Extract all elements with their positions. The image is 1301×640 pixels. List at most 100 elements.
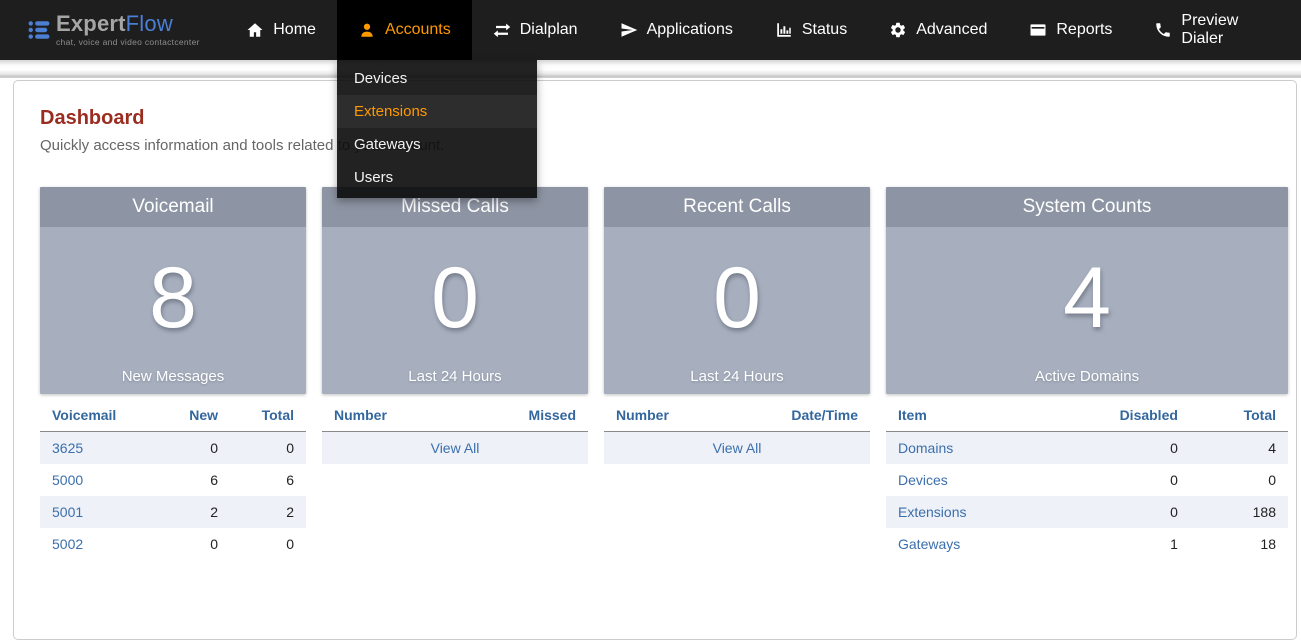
cell-new: 2 xyxy=(159,496,230,528)
col-header: Missed xyxy=(460,399,588,432)
content-panel: Dashboard Quickly access information and… xyxy=(13,80,1297,640)
system-counts-table: Item Disabled Total Domains 0 4 Devices … xyxy=(886,399,1288,560)
menu-item-extensions[interactable]: Extensions xyxy=(337,95,537,128)
brand-logo[interactable]: ExpertFlow chat, voice and video contact… xyxy=(0,0,207,60)
cell-total: 0 xyxy=(230,528,306,560)
voicemail-link[interactable]: 5000 xyxy=(52,472,83,488)
menu-item-devices[interactable]: Devices xyxy=(337,62,537,95)
cell-disabled: 1 xyxy=(1047,528,1190,560)
item-link[interactable]: Devices xyxy=(898,472,948,488)
cell-total: 0 xyxy=(230,432,306,465)
missed-calls-column: Missed Calls 0 Last 24 Hours Number Miss… xyxy=(322,187,588,560)
paper-plane-icon xyxy=(620,21,638,39)
missed-calls-table: Number Missed View All xyxy=(322,399,588,464)
cell-total: 4 xyxy=(1190,432,1288,465)
nav-item-status[interactable]: Status xyxy=(754,0,868,60)
cell-total: 2 xyxy=(230,496,306,528)
recent-calls-column: Recent Calls 0 Last 24 Hours Number Date… xyxy=(604,187,870,560)
cell-disabled: 0 xyxy=(1047,432,1190,465)
page-subtitle: Quickly access information and tools rel… xyxy=(40,137,1288,154)
menu-item-users[interactable]: Users xyxy=(337,161,537,194)
cell-total: 6 xyxy=(230,464,306,496)
table-row: Extensions 0 188 xyxy=(886,496,1288,528)
col-header: Date/Time xyxy=(779,399,870,432)
accounts-dropdown-menu: Devices Extensions Gateways Users xyxy=(337,60,537,198)
nav-label: Accounts xyxy=(385,21,451,39)
nav-item-home[interactable]: Home xyxy=(225,0,337,60)
gear-icon xyxy=(889,21,907,39)
cell-disabled: 0 xyxy=(1047,496,1190,528)
voicemail-card[interactable]: Voicemail 8 New Messages xyxy=(40,187,306,394)
voicemail-link[interactable]: 3625 xyxy=(52,440,83,456)
col-header: Total xyxy=(1190,399,1288,432)
voicemail-link[interactable]: 5001 xyxy=(52,504,83,520)
missed-calls-count: 0 xyxy=(431,227,479,368)
cell-new: 0 xyxy=(159,528,230,560)
card-title: Recent Calls xyxy=(604,187,870,227)
nav-item-applications[interactable]: Applications xyxy=(599,0,754,60)
nav-label: Status xyxy=(802,21,847,39)
cell-total: 188 xyxy=(1190,496,1288,528)
expertflow-logo-icon xyxy=(28,19,50,41)
page-title: Dashboard xyxy=(40,107,1288,130)
card-caption: Last 24 Hours xyxy=(408,368,501,385)
swap-arrows-icon xyxy=(493,21,511,39)
nav-item-dialplan[interactable]: Dialplan xyxy=(472,0,599,60)
nav-label: Applications xyxy=(647,21,733,39)
voicemail-column: Voicemail 8 New Messages Voicemail New T… xyxy=(40,187,306,560)
col-header: Item xyxy=(886,399,1047,432)
table-row: 5001 2 2 xyxy=(40,496,306,528)
menu-item-gateways[interactable]: Gateways xyxy=(337,128,537,161)
nav-label: Reports xyxy=(1056,21,1112,39)
voicemail-link[interactable]: 5002 xyxy=(52,536,83,552)
home-icon xyxy=(246,21,264,39)
nav-item-preview-dialer[interactable]: Preview Dialer xyxy=(1133,0,1301,60)
card-title: Voicemail xyxy=(40,187,306,227)
nav-item-accounts[interactable]: Accounts Devices Extensions Gateways Use… xyxy=(337,0,472,60)
brand-tagline: chat, voice and video contactcenter xyxy=(56,38,200,47)
view-all-link[interactable]: View All xyxy=(713,440,762,456)
nav-item-reports[interactable]: Reports xyxy=(1008,0,1133,60)
table-row: View All xyxy=(322,432,588,465)
card-caption: New Messages xyxy=(122,368,225,385)
card-caption: Active Domains xyxy=(1035,368,1139,385)
dashboard-cards-grid: Voicemail 8 New Messages Voicemail New T… xyxy=(40,187,1288,560)
card-title: System Counts xyxy=(886,187,1288,227)
table-row: 5002 0 0 xyxy=(40,528,306,560)
item-link[interactable]: Extensions xyxy=(898,504,966,520)
item-link[interactable]: Gateways xyxy=(898,536,960,552)
recent-calls-card[interactable]: Recent Calls 0 Last 24 Hours xyxy=(604,187,870,394)
voicemail-count: 8 xyxy=(149,227,197,368)
col-header: New xyxy=(159,399,230,432)
cell-disabled: 0 xyxy=(1047,464,1190,496)
user-icon xyxy=(358,21,376,39)
top-navbar: ExpertFlow chat, voice and video contact… xyxy=(0,0,1301,60)
table-row: Devices 0 0 xyxy=(886,464,1288,496)
cell-new: 0 xyxy=(159,432,230,465)
main-menu: Home Accounts Devices Extensions Gateway… xyxy=(225,0,1301,60)
nav-item-advanced[interactable]: Advanced xyxy=(868,0,1008,60)
bar-chart-icon xyxy=(775,21,793,39)
system-counts-value: 4 xyxy=(1063,227,1111,368)
system-counts-column: System Counts 4 Active Domains Item Disa… xyxy=(886,187,1288,560)
missed-calls-card[interactable]: Missed Calls 0 Last 24 Hours xyxy=(322,187,588,394)
cell-new: 6 xyxy=(159,464,230,496)
nav-label: Home xyxy=(273,21,316,39)
col-header: Total xyxy=(230,399,306,432)
item-link[interactable]: Domains xyxy=(898,440,953,456)
nav-label: Preview Dialer xyxy=(1181,12,1280,48)
voicemail-table: Voicemail New Total 3625 0 0 5000 6 6 xyxy=(40,399,306,560)
table-row: 3625 0 0 xyxy=(40,432,306,465)
card-caption: Last 24 Hours xyxy=(690,368,783,385)
journal-icon xyxy=(1029,21,1047,39)
table-row: View All xyxy=(604,432,870,465)
brand-name: ExpertFlow xyxy=(56,13,200,35)
col-header: Number xyxy=(322,399,460,432)
nav-label: Advanced xyxy=(916,21,987,39)
table-row: 5000 6 6 xyxy=(40,464,306,496)
view-all-link[interactable]: View All xyxy=(431,440,480,456)
system-counts-card[interactable]: System Counts 4 Active Domains xyxy=(886,187,1288,394)
col-header: Voicemail xyxy=(40,399,159,432)
table-row: Gateways 1 18 xyxy=(886,528,1288,560)
col-header: Disabled xyxy=(1047,399,1190,432)
